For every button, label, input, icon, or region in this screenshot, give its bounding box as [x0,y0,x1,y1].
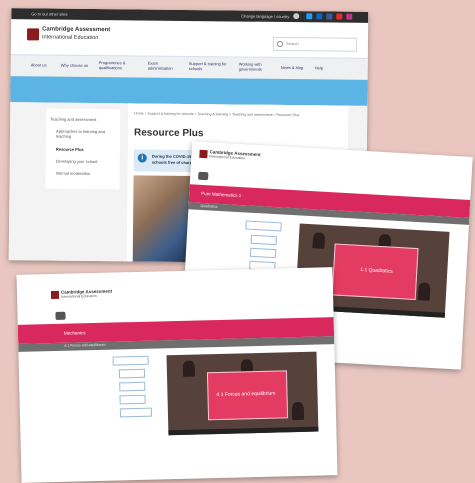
linkedin-icon[interactable] [316,13,323,20]
students-photo [132,175,194,264]
presenter-thumbnail [182,360,196,377]
nav-item-exam[interactable]: Exam administration [148,61,176,71]
nav-item-help[interactable]: Help [315,65,323,70]
search-input[interactable]: Search [272,36,358,52]
facebook-icon[interactable] [326,13,333,20]
top-bar: Go to our other sites Change language / … [11,8,369,23]
lesson-link[interactable] [119,394,146,405]
video-player[interactable]: 4.1 Forces and equilibrium [166,351,319,436]
presenter-thumbnail [291,401,305,421]
logo-line2: International Education [61,293,97,299]
slide-title-card: 4.1 Forces and equilibrium [206,370,289,421]
lesson-link[interactable] [112,355,149,366]
twitter-icon[interactable] [306,13,313,20]
logo-line2: International Education [41,34,99,42]
nav-item-about[interactable]: About us [31,62,47,67]
nav-item-why[interactable]: Why choose us [61,63,88,68]
lesson-link[interactable] [250,234,277,246]
hero-band [10,76,368,106]
player-controls[interactable] [168,426,319,436]
video-lesson-page-2: Cambridge Assessment International Educa… [16,267,338,483]
slide-title-card: 1.1 Quadratics [331,243,419,301]
info-icon: i [137,153,147,163]
sidebar-item-resource-plus[interactable]: Resource Plus [56,147,84,152]
lesson-link[interactable] [245,220,282,232]
nav-item-news[interactable]: News & blog [281,65,304,70]
sidebar-item-developing[interactable]: Developing your school [56,159,98,164]
sidebar-item-moderation[interactable]: Internal moderation [56,171,91,176]
lesson-link[interactable] [119,381,146,392]
slide-title: 1.1 Quadratics [360,266,393,275]
sidebar: Teaching and assessment Approaches to le… [45,108,121,190]
notice-line2: schools free of charge [151,159,195,166]
search-icon [276,40,284,47]
lesson-link[interactable] [119,407,153,418]
logo-line1: Cambridge Assessment [42,26,111,34]
logo-line2: International Education [209,154,246,161]
sidebar-item-approaches[interactable]: Approaches to learning and teaching [56,129,116,140]
slide-title: 4.1 Forces and equilibrium [216,390,276,399]
lesson-link[interactable] [249,247,277,259]
topic-title: Quadratics [200,203,218,209]
youtube-icon[interactable] [336,13,343,20]
change-language-link[interactable]: Change language / country [241,14,289,20]
other-sites-link[interactable]: Go to our other sites [31,11,67,16]
presenter-thumbnail [312,232,326,249]
nav-item-support[interactable]: Support & training for schools [189,61,233,71]
sidebar-item-teaching[interactable]: Teaching and assessment [50,117,96,122]
breadcrumb[interactable]: Home > Support & training for schools > … [134,111,299,117]
cambridge-logo-icon[interactable] [26,28,40,41]
topic-title: 4.1 Forces and equilibrium [64,342,106,348]
nav-item-programmes[interactable]: Programmes & qualifications [99,60,141,70]
course-title: Pure Mathematics 1 [201,190,242,199]
cambridge-logo-icon [199,149,208,159]
nav-item-governments[interactable]: Working with governments [239,62,273,72]
presenter-thumbnail [417,282,431,301]
globe-icon[interactable] [293,13,300,20]
search-placeholder: Search [285,41,299,47]
cambridge-logo-icon [50,290,60,300]
instagram-icon[interactable] [346,13,353,20]
page-title: Resource Plus [133,127,204,140]
lesson-link[interactable] [118,368,146,379]
back-icon[interactable] [55,311,66,320]
course-title: Mechanics [63,330,86,336]
back-icon[interactable] [198,171,209,181]
